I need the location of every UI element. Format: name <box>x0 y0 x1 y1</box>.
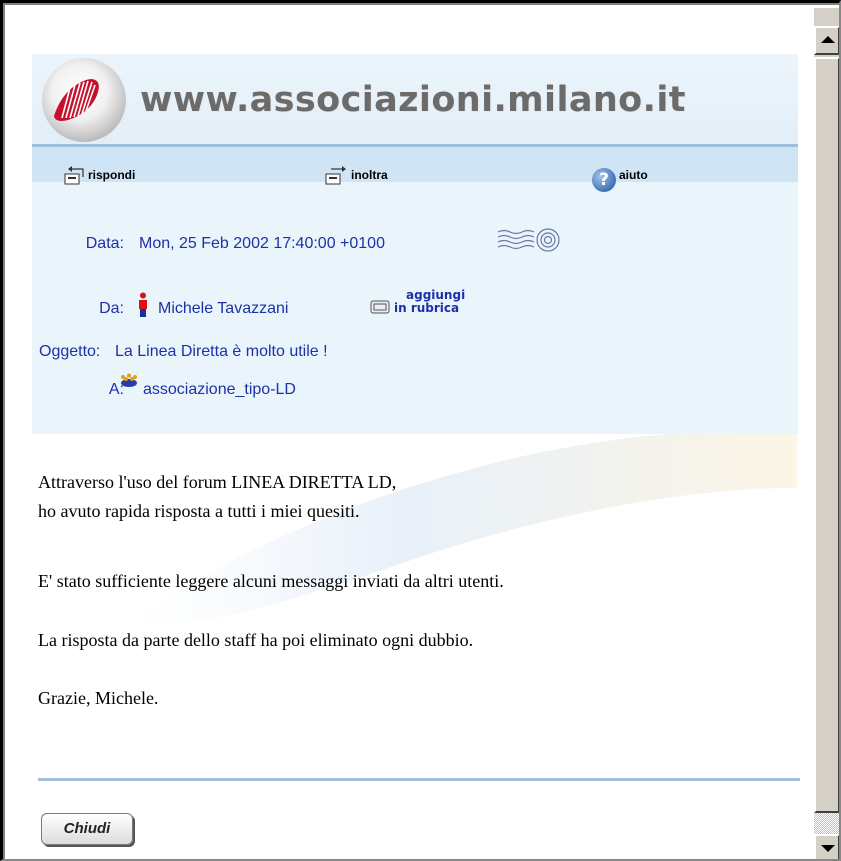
footer-divider <box>38 778 800 781</box>
body-line-3: E' stato sufficiente leggere alcuni mess… <box>38 571 504 591</box>
to-label: A: <box>108 381 124 398</box>
forward-icon[interactable] <box>325 165 347 187</box>
scroll-track[interactable] <box>814 813 839 834</box>
scroll-down-button[interactable] <box>814 834 839 859</box>
person-icon <box>139 292 147 317</box>
body-line-2: ho avuto rapida risposta a tutti i miei … <box>38 501 360 521</box>
help-button[interactable]: aiuto <box>619 168 648 182</box>
body-line-4: La risposta da parte dello staff ha poi … <box>38 630 474 650</box>
reply-icon[interactable] <box>64 165 86 187</box>
site-logo-text: www.associazioni.milano.it <box>140 80 686 120</box>
scroll-thumb[interactable] <box>814 57 839 813</box>
background-watermark <box>137 431 797 628</box>
logo-icon <box>54 79 99 121</box>
date-label: Data: <box>85 235 124 252</box>
body-line-5: Grazie, Michele. <box>38 688 159 708</box>
add-contact-line2: in rubrica <box>394 301 460 315</box>
toolbar <box>32 147 798 182</box>
from-value: Michele Tavazzani <box>158 300 289 317</box>
from-label: Da: <box>99 300 124 317</box>
reply-button[interactable]: rispondi <box>88 168 135 182</box>
browser-window: www.associazioni.milano.it rispondi inol… <box>0 0 841 861</box>
subject-value: La Linea Diretta è molto utile ! <box>115 343 328 360</box>
to-value: associazione_tipo-LD <box>143 381 296 398</box>
arrow-down-icon <box>821 845 835 852</box>
date-value: Mon, 25 Feb 2002 17:40:00 +0100 <box>139 235 385 252</box>
forward-button[interactable]: inoltra <box>351 168 388 182</box>
arrow-up-icon <box>821 36 835 43</box>
stamp-icon <box>497 228 560 252</box>
add-to-address-book-button[interactable]: aggiungi in rubrica <box>394 289 465 315</box>
body-line-1: Attraverso l'uso del forum LINEA DIRETTA… <box>38 472 397 492</box>
group-icon <box>121 373 137 387</box>
scroll-up-button[interactable] <box>814 26 839 55</box>
address-book-icon[interactable] <box>370 299 390 315</box>
help-icon[interactable]: ? <box>592 168 616 192</box>
close-button[interactable]: Chiudi <box>41 813 133 845</box>
message-view: www.associazioni.milano.it rispondi inol… <box>12 8 812 859</box>
subject-label: Oggetto: <box>39 343 101 360</box>
